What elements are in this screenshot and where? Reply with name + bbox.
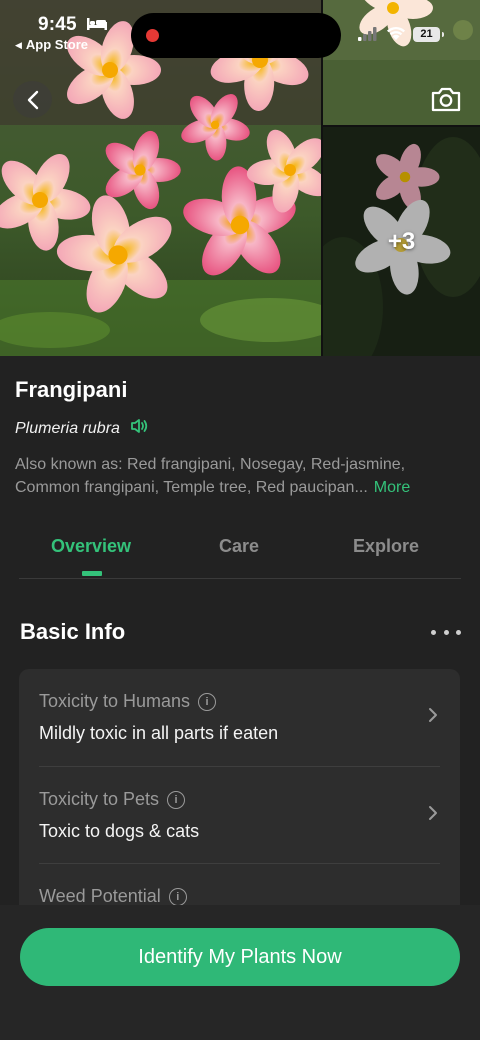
active-tab-indicator xyxy=(82,571,102,576)
tab-explore[interactable]: Explore xyxy=(353,536,419,557)
photo-gallery: +3 9:45 ◀ App Store 21 xyxy=(0,0,480,356)
info-row-toxicity-pets[interactable]: Toxicity to Pets i Toxic to dogs & cats xyxy=(39,766,440,864)
tab-care[interactable]: Care xyxy=(219,536,259,557)
more-dots-icon[interactable] xyxy=(431,628,461,636)
info-row-label-wrap: Toxicity to Humans i xyxy=(39,691,217,712)
bottom-action-bar: Identify My Plants Now xyxy=(0,905,480,1040)
plant-scientific-name: Plumeria rubra xyxy=(15,419,120,437)
more-names-link[interactable]: More xyxy=(374,479,410,496)
tab-bar: Overview Care Explore xyxy=(19,530,461,579)
chevron-right-icon xyxy=(429,806,437,820)
more-photos-count[interactable]: +3 xyxy=(323,127,480,356)
also-known-as-text: Also known as: Red frangipani, Nosegay, … xyxy=(15,456,406,496)
status-bar: 9:45 ◀ App Store 21 xyxy=(0,0,480,60)
info-icon[interactable]: i xyxy=(167,790,186,809)
signal-icon xyxy=(358,27,378,46)
status-time: 9:45 xyxy=(38,14,77,35)
info-row-label: Weed Potential xyxy=(39,886,161,906)
battery-indicator: 21 xyxy=(413,27,444,42)
chevron-right-icon xyxy=(429,708,437,722)
basic-info-title: Basic Info xyxy=(20,619,126,644)
tab-overview[interactable]: Overview xyxy=(51,536,131,557)
info-row-value: Toxic to dogs & cats xyxy=(39,821,200,841)
scientific-name-row: Plumeria rubra xyxy=(15,418,148,439)
info-icon[interactable]: i xyxy=(198,692,217,711)
info-row-value: Mildly toxic in all parts if eaten xyxy=(39,723,279,743)
camera-button[interactable] xyxy=(430,85,462,113)
sleep-bed-icon xyxy=(87,17,107,36)
back-button[interactable] xyxy=(13,81,52,118)
dynamic-island xyxy=(131,13,341,58)
recording-indicator xyxy=(146,29,159,42)
info-row-label-wrap: Toxicity to Pets i xyxy=(39,789,186,810)
plant-common-name: Frangipani xyxy=(15,377,128,402)
wifi-icon xyxy=(386,25,406,46)
also-known-as: Also known as: Red frangipani, Nosegay, … xyxy=(15,453,470,499)
back-app-label: App Store xyxy=(25,37,89,52)
back-icon xyxy=(27,90,38,109)
info-row-label-wrap: Weed Potential i xyxy=(39,886,187,907)
speaker-icon[interactable] xyxy=(130,418,148,439)
identify-plants-button[interactable]: Identify My Plants Now xyxy=(20,928,460,986)
info-row-label: Toxicity to Humans xyxy=(39,691,191,711)
back-to-app-link[interactable]: ◀ App Store xyxy=(15,37,88,52)
camera-icon xyxy=(431,87,461,112)
info-row-label: Toxicity to Pets xyxy=(39,789,160,809)
info-icon[interactable]: i xyxy=(168,887,187,906)
info-row-toxicity-humans[interactable]: Toxicity to Humans i Mildly toxic in all… xyxy=(39,669,440,766)
